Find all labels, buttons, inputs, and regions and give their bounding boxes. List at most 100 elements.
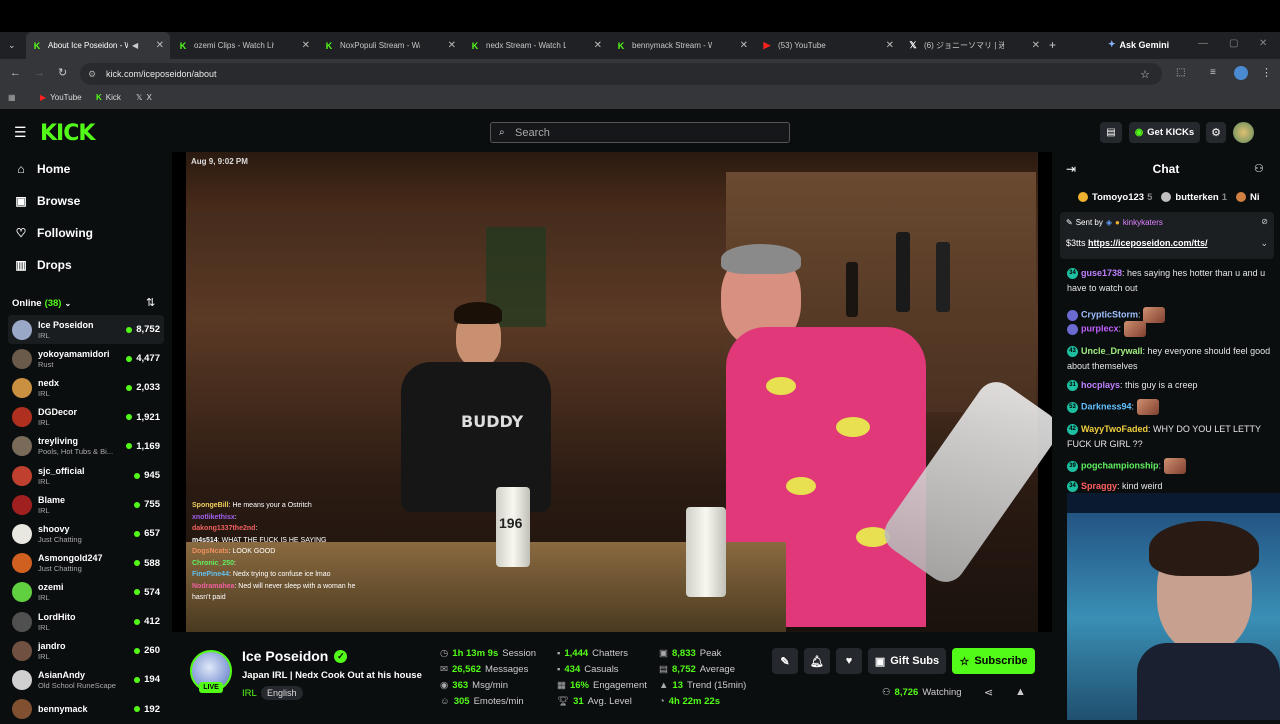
heart-follow-icon[interactable]: ♥ (836, 648, 862, 674)
chat-username[interactable]: Uncle_Drywall (1081, 346, 1143, 356)
tab-close-icon[interactable]: ✕ (886, 40, 894, 51)
expand-chevron-icon[interactable]: ⌄ (1260, 238, 1268, 249)
chat-username[interactable]: Spraggy (1081, 481, 1117, 491)
reload-icon[interactable]: ↻ (58, 66, 67, 79)
bottle (846, 262, 858, 317)
user-avatar[interactable] (1233, 122, 1254, 143)
chat-username[interactable]: pogchampionship (1081, 460, 1159, 470)
browser-tab[interactable]: K About Ice Poseidon - W ◀ ✕ (26, 32, 170, 59)
bookmark-youtube[interactable]: ▶ YouTube (40, 93, 82, 102)
sidebar-channel[interactable]: Ice Poseidon IRL 8,752 (8, 315, 164, 344)
tab-search-icon[interactable]: ⌄ (8, 40, 16, 51)
nav-browse[interactable]: ▣ Browse (14, 194, 80, 208)
sidebar-channel[interactable]: jandro IRL 260 (8, 636, 164, 665)
subscribe-button[interactable]: ☆ Subscribe (952, 648, 1035, 674)
top-gifter[interactable]: butterken 1 (1161, 192, 1227, 203)
sidebar-channel[interactable]: ozemi IRL 574 (8, 578, 164, 607)
stream-category[interactable]: IRL (242, 688, 257, 699)
kick-logo[interactable]: KICK (40, 121, 95, 146)
minimize-icon[interactable]: — (1198, 38, 1208, 49)
tab-close-icon[interactable]: ✕ (594, 40, 602, 51)
browser-tab[interactable]: 𝕏 (6) ジョニーソマリ | 迷惑外国人 ✕ (902, 32, 1046, 59)
sidebar-channel[interactable]: bennymack 192 (8, 695, 164, 724)
tab-close-icon[interactable]: ✕ (156, 40, 164, 51)
browser-tab[interactable]: K NoxPopuli Stream - Watch ✕ (318, 32, 462, 59)
bookmark-kick[interactable]: K Kick (96, 93, 121, 102)
sort-icon[interactable]: ⇅ (146, 296, 155, 309)
report-icon[interactable]: ▲ (1015, 686, 1026, 698)
overlay-chat-line: FinePine44: Nedx trying to confuse ice l… (192, 571, 331, 578)
ask-gemini-button[interactable]: ✦ Ask Gemini (1108, 39, 1169, 50)
online-filter[interactable]: Online (38) ⌄ (12, 298, 71, 309)
pinned-user[interactable]: kinkykaters (1123, 218, 1163, 227)
site-info-icon[interactable]: ⚙ (88, 69, 96, 80)
bookmark-star-icon[interactable]: ☆ (1140, 68, 1150, 81)
new-tab-icon[interactable]: + (1049, 38, 1056, 52)
sidebar-channel[interactable]: Blame IRL 755 (8, 490, 164, 519)
chat-username[interactable]: CrypticStorm (1081, 309, 1138, 319)
sidebar-channel[interactable]: LordHito IRL 412 (8, 607, 164, 636)
top-gifter[interactable]: Tomoyo123 5 (1078, 192, 1152, 203)
browser-tab[interactable]: K nedx Stream - Watch Live o ✕ (464, 32, 608, 59)
channel-name: shoovy (38, 523, 70, 534)
sidebar-channel[interactable]: shoovy Just Chatting 657 (8, 519, 164, 548)
search-input[interactable]: ⌕ Search (490, 122, 790, 143)
chat-username[interactable]: purplecx (1081, 323, 1119, 333)
nav-drops[interactable]: ▥ Drops (14, 258, 71, 272)
hide-icon[interactable]: ⊘ (1261, 217, 1268, 226)
bookmark-x[interactable]: 𝕏X (136, 93, 152, 102)
share-icon[interactable]: ⋖ (984, 686, 993, 699)
person-hair (721, 244, 801, 274)
browser-tab[interactable]: K bennymack Stream - Watch ✕ (610, 32, 754, 59)
window-close-icon[interactable]: ✕ (1259, 38, 1267, 49)
sidebar-channel[interactable]: AsianAndy Old School RuneScape 194 (8, 665, 164, 694)
nav-following[interactable]: ♡ Following (14, 226, 93, 240)
bell-icon[interactable]: 🔔︎ (804, 648, 830, 674)
chat-username[interactable]: WayyTwoFaded (1081, 424, 1148, 434)
nav-label: Browse (37, 194, 81, 208)
browser-tab[interactable]: K ozemi Clips - Watch Live on ✕ (172, 32, 316, 59)
tab-close-icon[interactable]: ✕ (740, 40, 748, 51)
maximize-icon[interactable]: ▢ (1229, 38, 1238, 49)
pinned-link[interactable]: https://iceposeidon.com/tts/ (1088, 238, 1208, 248)
sidebar-channel[interactable]: nedx IRL 2,033 (8, 373, 164, 402)
webcam-hair (1149, 521, 1259, 576)
hamburger-menu-icon[interactable]: ☰ (14, 124, 27, 141)
settings-gear-icon[interactable]: ⚙ (1206, 122, 1226, 143)
extensions-icon[interactable]: ⬚ (1176, 67, 1185, 78)
sidebar-channel[interactable]: DGDecor IRL 1,921 (8, 403, 164, 432)
sidebar-channel[interactable]: yokoyamamidori Rust 4,477 (8, 344, 164, 373)
speaker-icon[interactable]: ◀ (132, 41, 138, 50)
language-tag[interactable]: English (261, 686, 303, 700)
sidebar-channel[interactable]: treyliving Pools, Hot Tubs & Bi... 1,169 (8, 432, 164, 461)
nav-home[interactable]: ⌂ Home (14, 162, 70, 176)
top-gifter[interactable]: Ni (1235, 192, 1263, 203)
browser-tab[interactable]: ▶ (53) YouTube ✕ (756, 32, 900, 59)
chat-username[interactable]: hocplays (1081, 380, 1120, 390)
tab-close-icon[interactable]: ✕ (302, 40, 310, 51)
apps-grid-icon[interactable]: ▦ (8, 93, 16, 102)
browser-menu-icon[interactable]: ⋮ (1261, 66, 1272, 79)
stat-label: Chatters (592, 648, 629, 659)
home-icon: ⌂ (17, 162, 25, 176)
kick-favicon-icon: K (325, 40, 333, 51)
address-bar[interactable]: ⚙ kick.com/iceposeidon/about ☆ (80, 63, 1162, 85)
tab-close-icon[interactable]: ✕ (448, 40, 456, 51)
reading-list-icon[interactable]: ≡ (1210, 67, 1216, 78)
forward-icon[interactable]: → (34, 67, 45, 79)
pin-icon[interactable]: ✎ (772, 648, 798, 674)
gift-subs-button[interactable]: ▣ Gift Subs (868, 648, 946, 674)
chat-username[interactable]: Darkness94 (1081, 401, 1132, 411)
get-kicks-button[interactable]: ◉ Get KICKs (1129, 122, 1200, 143)
profile-avatar[interactable] (1234, 66, 1248, 80)
back-icon[interactable]: ← (10, 67, 21, 79)
chat-username[interactable]: guse1738 (1081, 268, 1122, 278)
sidebar-channel[interactable]: sjc_official IRL 945 (8, 461, 164, 490)
streamer-name[interactable]: Ice Poseidon ✓ (242, 648, 348, 664)
layout-toggle-icon[interactable]: ▤ (1100, 122, 1122, 143)
channel-viewers: 755 (134, 499, 160, 510)
chat-users-icon[interactable]: ⚇ (1254, 162, 1264, 175)
tab-close-icon[interactable]: ✕ (1032, 40, 1040, 51)
sidebar-channel[interactable]: Asmongold247 Just Chatting 588 (8, 549, 164, 578)
video-player[interactable]: BUDDY 196 Aug 9, 9:02 PM SpongeBill: He … (172, 152, 1052, 632)
